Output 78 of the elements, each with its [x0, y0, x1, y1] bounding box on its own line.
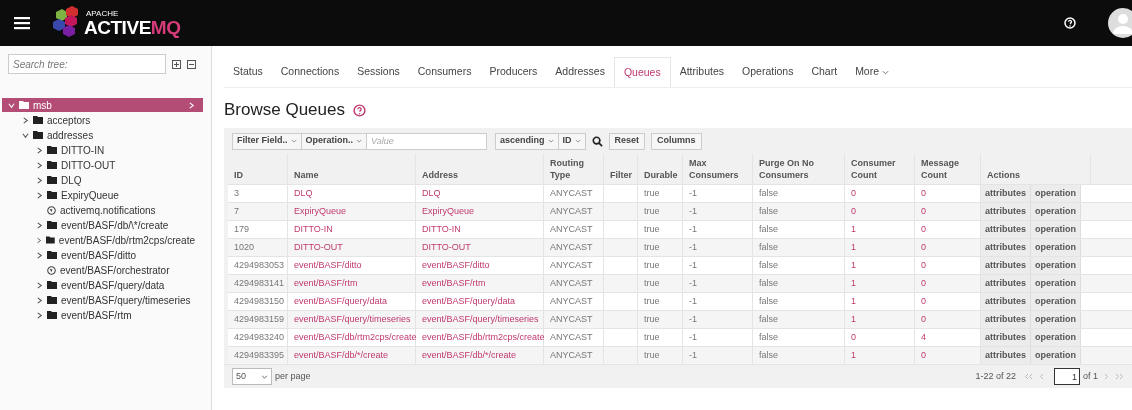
- page-size-select[interactable]: 50: [232, 368, 272, 385]
- table-cell: 1: [845, 347, 915, 364]
- search-icon[interactable]: [591, 135, 603, 147]
- tab[interactable]: Attributes: [670, 57, 734, 87]
- tree-item[interactable]: event/BASF/ditto: [2, 248, 203, 262]
- table-cell: true: [638, 347, 683, 364]
- tree-label: event/BASF/db/\*/create: [61, 218, 169, 233]
- tree-item[interactable]: DITTO-IN: [2, 143, 203, 157]
- caret-icon: [356, 139, 363, 143]
- tab[interactable]: Status: [224, 57, 272, 87]
- table-cell: -1: [683, 347, 753, 364]
- tree-label: msb: [33, 98, 52, 113]
- tree-label: acceptors: [47, 113, 91, 128]
- tree-item[interactable]: activemq.notifications: [2, 203, 203, 217]
- table-cell: 4294983395: [228, 347, 288, 364]
- expand-all-icon[interactable]: [172, 59, 181, 69]
- table-link[interactable]: event/BASF/db/*/create: [416, 347, 544, 364]
- tree-label: activemq.notifications: [60, 203, 156, 218]
- table-cell: ANYCAST: [544, 347, 604, 364]
- tree-label: event/BASF/orchestrator: [60, 263, 170, 278]
- tree-label: addresses: [47, 128, 94, 143]
- tab[interactable]: More: [846, 57, 899, 87]
- tab[interactable]: Producers: [480, 57, 547, 87]
- action-button[interactable]: operation: [1031, 347, 1082, 364]
- tree-item[interactable]: event/BASF/query/timeseries: [2, 293, 203, 307]
- avatar-icon[interactable]: [1108, 8, 1132, 38]
- caret-icon: [290, 139, 297, 143]
- tree-label: event/BASF/db/rtm2cps/create: [58, 233, 195, 248]
- columns-button[interactable]: Columns: [651, 132, 702, 150]
- tab[interactable]: Connections: [271, 57, 349, 87]
- tab[interactable]: Addresses: [546, 57, 614, 87]
- caret-icon: [574, 139, 581, 143]
- tree-label: event/BASF/ditto: [61, 248, 137, 263]
- tree-item[interactable]: acceptors: [2, 113, 203, 127]
- order-dropdown[interactable]: ascending: [495, 132, 559, 150]
- tree-label: event/BASF/rtm: [61, 308, 132, 323]
- tree-item[interactable]: event/BASF/db/\*/create: [2, 218, 203, 232]
- table-link[interactable]: event/BASF/db/*/create: [288, 347, 416, 364]
- range-label: 1-22 of 22: [975, 369, 1016, 383]
- tree-label: DITTO-IN: [61, 143, 105, 158]
- tree-label: event/BASF/query/timeseries: [61, 293, 191, 308]
- tree-item[interactable]: event/BASF/db/rtm2cps/create: [2, 233, 203, 247]
- reset-button[interactable]: Reset: [608, 132, 646, 150]
- tab[interactable]: Queues: [613, 57, 671, 87]
- globe-icon: [47, 205, 56, 215]
- page-count-label: of 1: [1083, 369, 1098, 383]
- tree-item[interactable]: ExpiryQueue: [2, 188, 203, 202]
- filter-field-dropdown[interactable]: Filter Field..: [232, 132, 302, 150]
- tab[interactable]: Sessions: [348, 57, 409, 87]
- page-title: Browse Queues: [224, 99, 345, 122]
- tree-item[interactable]: DITTO-OUT: [2, 158, 203, 172]
- tree-item[interactable]: addresses: [2, 128, 203, 142]
- tree-label: ExpiryQueue: [61, 188, 119, 203]
- tree-label: DITTO-OUT: [61, 158, 116, 173]
- sort-field-dropdown[interactable]: ID: [558, 132, 586, 150]
- logo-wordmark: ACTIVEMQ: [84, 17, 181, 37]
- caret-icon: [547, 139, 554, 143]
- logo-subtitle: APACHE: [86, 9, 120, 18]
- menu-icon[interactable]: [14, 16, 30, 30]
- collapse-all-icon[interactable]: [187, 59, 196, 69]
- operation-dropdown[interactable]: Operation..: [301, 132, 368, 150]
- tree-item[interactable]: event/BASF/query/data: [2, 278, 203, 292]
- tree-item[interactable]: DLQ: [2, 173, 203, 187]
- tab[interactable]: Chart: [802, 57, 847, 87]
- table-cell: false: [753, 347, 845, 364]
- page-number-field[interactable]: 1: [1054, 368, 1080, 385]
- tab[interactable]: Operations: [733, 57, 803, 87]
- action-button[interactable]: attributes: [981, 347, 1031, 364]
- value-field[interactable]: Value: [367, 132, 488, 150]
- tree-item[interactable]: event/BASF/rtm: [2, 308, 203, 322]
- tree-item[interactable]: event/BASF/orchestrator: [2, 263, 203, 277]
- search-field[interactable]: Search tree:: [8, 54, 166, 74]
- tree-label: event/BASF/query/data: [61, 278, 165, 293]
- tab[interactable]: Consumers: [408, 57, 481, 87]
- globe-icon: [47, 265, 56, 275]
- caret-icon: [261, 374, 268, 379]
- per-page-label: per page: [275, 369, 311, 383]
- tree-label: DLQ: [61, 173, 82, 188]
